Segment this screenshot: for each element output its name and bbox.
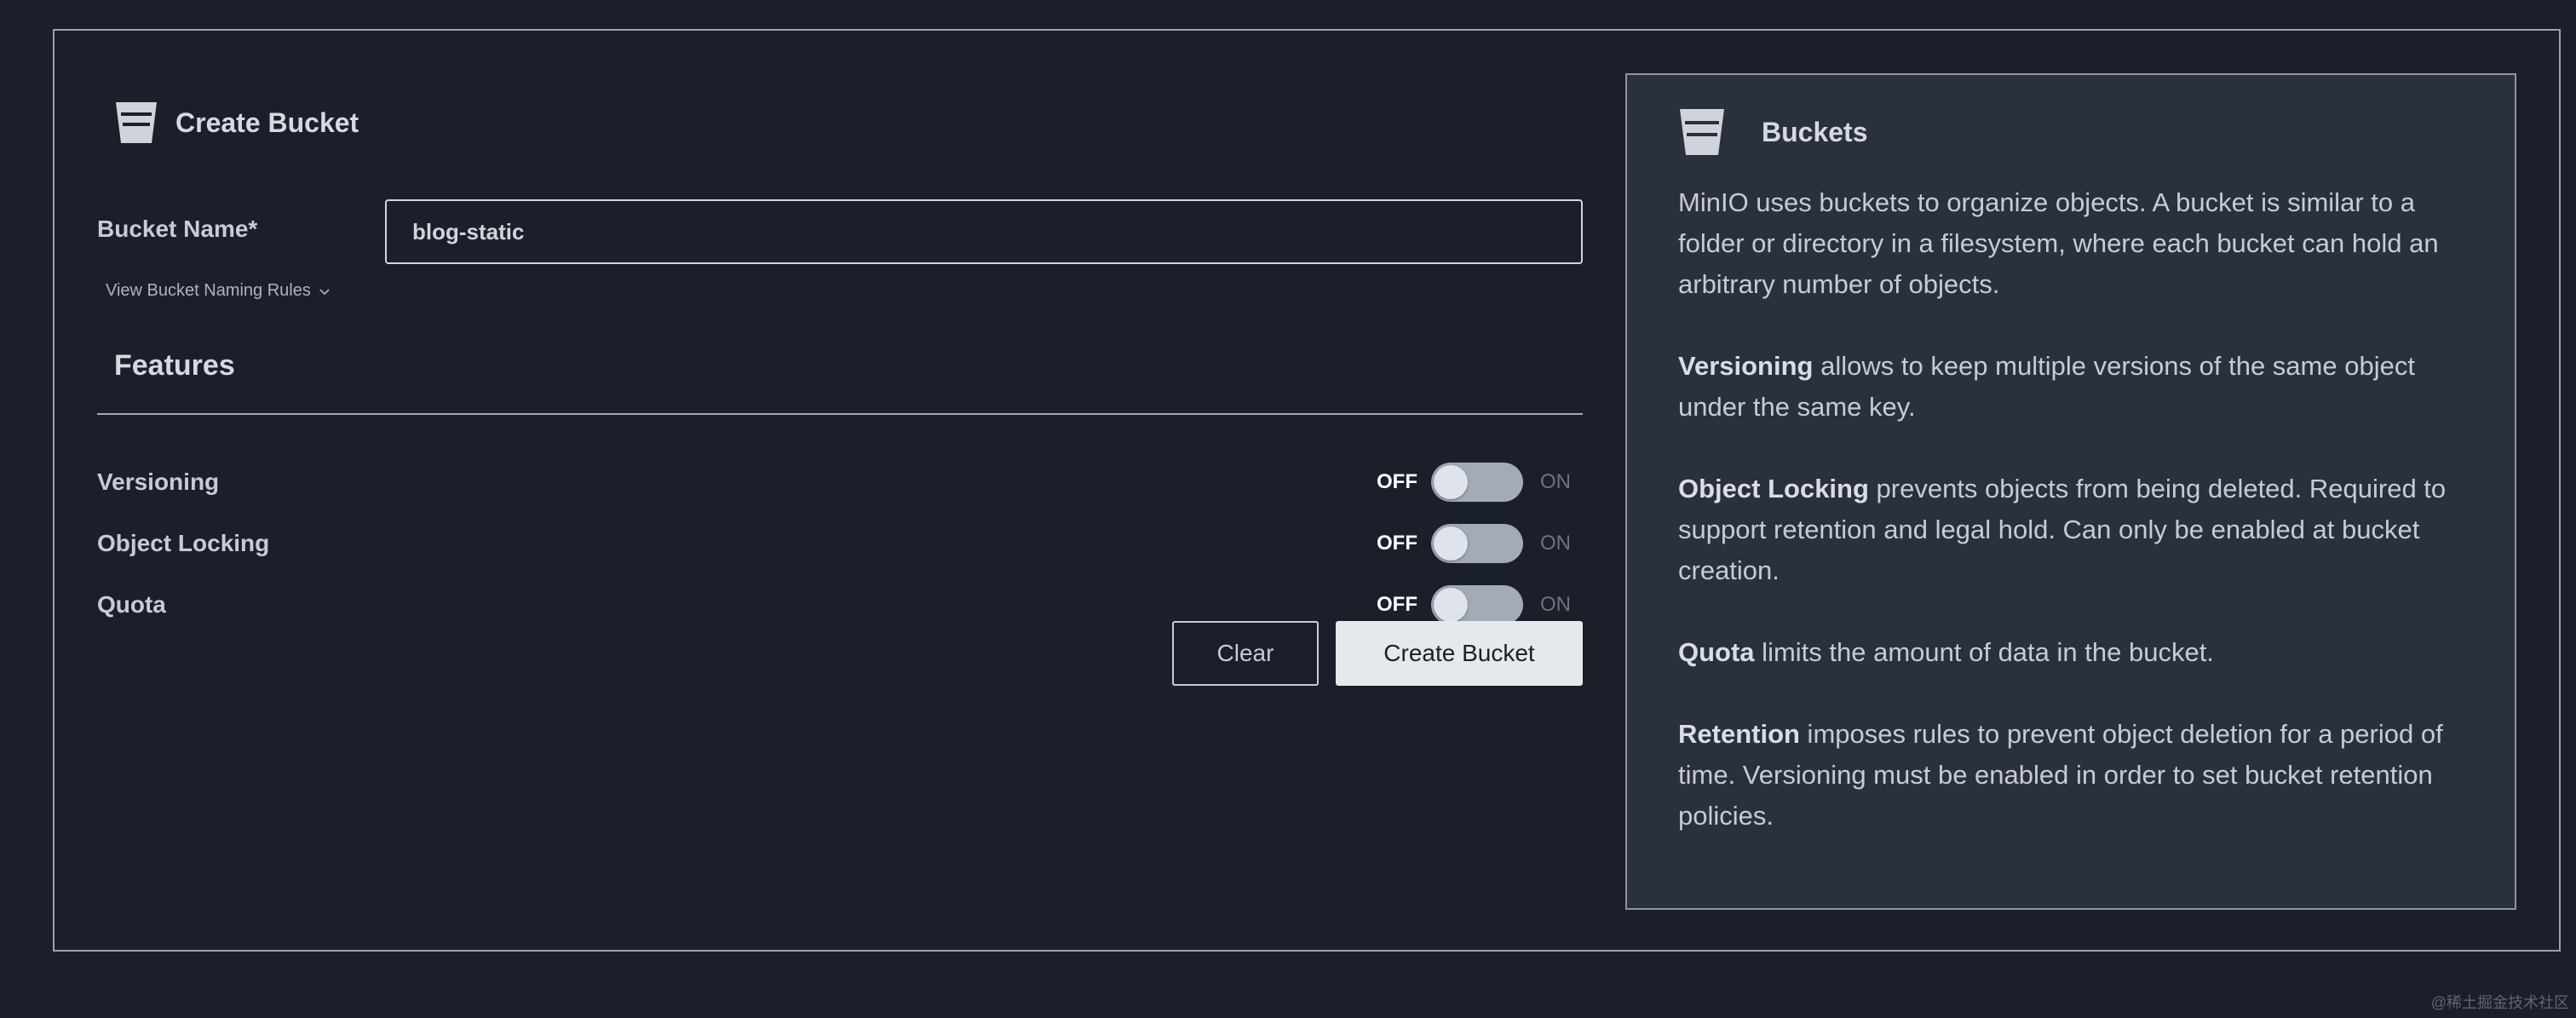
bucket-icon	[116, 102, 157, 143]
page-title: Create Bucket	[175, 106, 359, 138]
features-divider	[97, 413, 1583, 415]
versioning-label: Versioning	[97, 469, 220, 495]
object-locking-toggle-group: OFF ON	[1377, 521, 1583, 566]
clear-button[interactable]: Clear	[1172, 621, 1319, 686]
info-term: Object Locking	[1678, 474, 1869, 503]
versioning-toggle-group: OFF ON	[1377, 460, 1583, 504]
toggle-knob	[1434, 588, 1468, 622]
info-term: Retention	[1678, 719, 1800, 749]
watermark: @稀土掘金技术社区	[2430, 994, 2569, 1011]
info-intro: MinIO uses buckets to organize objects. …	[1678, 187, 2439, 299]
toggle-knob	[1434, 465, 1468, 499]
buckets-info-panel: Buckets MinIO uses buckets to organize o…	[1625, 73, 2516, 910]
object-locking-off-label: OFF	[1377, 532, 1417, 555]
versioning-on-label: ON	[1540, 470, 1571, 493]
info-term: Versioning	[1678, 351, 1814, 381]
object-locking-on-label: ON	[1540, 532, 1571, 555]
versioning-off-label: OFF	[1377, 470, 1417, 493]
object-locking-toggle[interactable]	[1431, 524, 1523, 563]
quota-toggle[interactable]	[1431, 585, 1523, 624]
bucket-name-label: Bucket Name*	[97, 216, 258, 242]
info-item-versioning: Versioning allows to keep multiple versi…	[1678, 346, 2479, 428]
bucket-name-input[interactable]	[385, 199, 1583, 264]
create-bucket-button[interactable]: Create Bucket	[1336, 621, 1583, 686]
toggle-knob	[1434, 526, 1468, 561]
quota-off-label: OFF	[1377, 593, 1417, 616]
info-item-retention: Retention imposes rules to prevent objec…	[1678, 714, 2479, 837]
page-header: Create Bucket	[114, 101, 359, 145]
features-heading: Features	[114, 349, 235, 382]
info-title: Buckets	[1762, 116, 1868, 147]
naming-rules-label: View Bucket Naming Rules	[106, 281, 311, 300]
info-body: MinIO uses buckets to organize objects. …	[1678, 182, 2479, 877]
info-item-object-locking: Object Locking prevents objects from bei…	[1678, 469, 2479, 591]
feature-row-object-locking: Object Locking OFF ON	[97, 521, 1583, 566]
view-naming-rules-link[interactable]: View Bucket Naming Rules	[106, 281, 331, 301]
info-term: Quota	[1678, 637, 1755, 667]
info-item-quota: Quota limits the amount of data in the b…	[1678, 632, 2479, 673]
chevron-down-icon	[319, 288, 330, 295]
info-text: limits the amount of data in the bucket.	[1754, 637, 2214, 667]
versioning-toggle[interactable]	[1431, 463, 1523, 502]
feature-row-versioning: Versioning OFF ON	[97, 460, 1583, 504]
info-header: Buckets	[1678, 107, 1868, 157]
bucket-icon	[1680, 109, 1724, 155]
quota-on-label: ON	[1540, 593, 1571, 616]
create-bucket-frame: Create Bucket Bucket Name* View Bucket N…	[53, 29, 2561, 952]
quota-label: Quota	[97, 591, 166, 618]
object-locking-label: Object Locking	[97, 530, 270, 556]
